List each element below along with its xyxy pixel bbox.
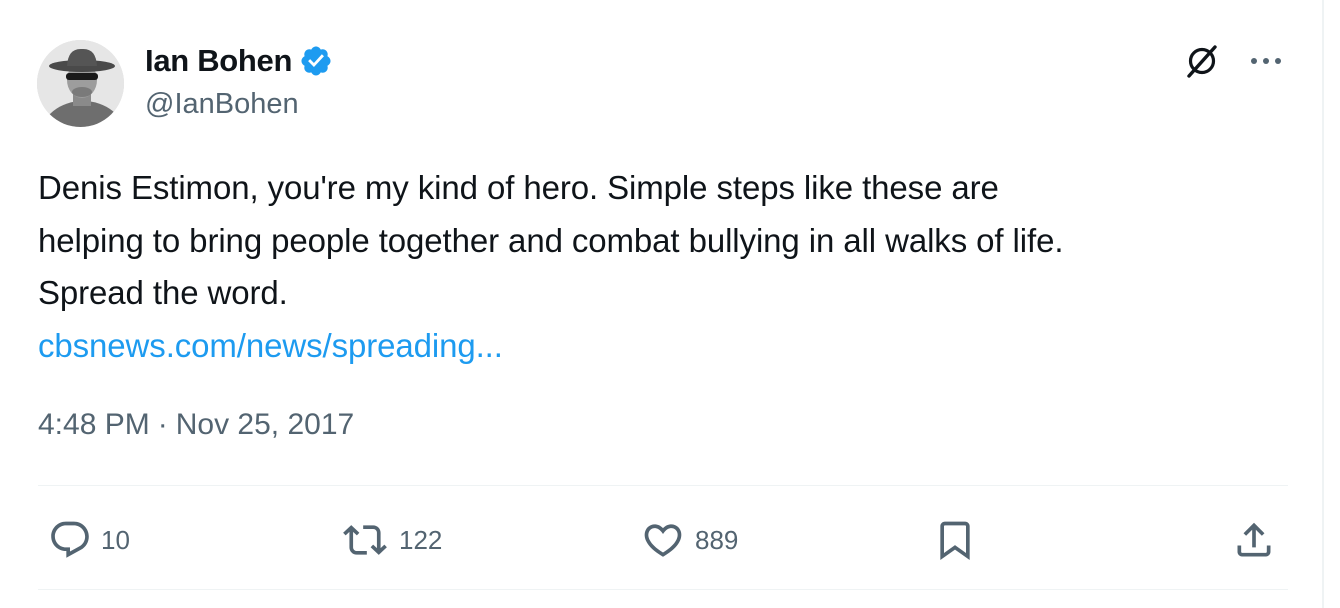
heart-icon bbox=[644, 524, 682, 557]
timestamp-separator: · bbox=[157, 408, 168, 441]
reply-count: 10 bbox=[101, 524, 130, 555]
like-button[interactable]: 889 bbox=[640, 518, 738, 562]
tweet-text-line: Denis Estimon, you're my kind of hero. S… bbox=[38, 169, 999, 206]
divider bbox=[38, 589, 1288, 590]
avatar[interactable] bbox=[37, 40, 124, 127]
bookmark-button[interactable] bbox=[932, 518, 978, 562]
tweet-text: Denis Estimon, you're my kind of hero. S… bbox=[38, 162, 1298, 372]
like-count: 889 bbox=[695, 524, 739, 555]
grok-icon[interactable] bbox=[1183, 42, 1221, 80]
share-upload-icon bbox=[1237, 522, 1271, 557]
tweet-text-line: Spread the word. bbox=[38, 274, 288, 311]
reply-button[interactable]: 10 bbox=[48, 518, 130, 562]
tweet-timestamp[interactable]: 4:48 PM · Nov 25, 2017 bbox=[38, 408, 354, 442]
repost-arrows-icon bbox=[343, 525, 387, 555]
author-name-row[interactable]: Ian Bohen bbox=[145, 42, 333, 80]
bookmark-icon bbox=[940, 521, 970, 561]
tweet-time[interactable]: 4:48 PM bbox=[38, 408, 150, 442]
verified-badge-icon[interactable] bbox=[299, 44, 333, 78]
card-border bbox=[1322, 0, 1324, 608]
repost-count: 122 bbox=[399, 524, 443, 555]
divider bbox=[38, 485, 1288, 486]
tweet-link[interactable]: cbsnews.com/news/spreading... bbox=[38, 327, 503, 364]
tweet-text-line: helping to bring people together and com… bbox=[38, 221, 1064, 259]
author-display-name[interactable]: Ian Bohen bbox=[145, 43, 292, 79]
more-dots-icon[interactable] bbox=[1246, 44, 1286, 78]
avatar-photo bbox=[37, 40, 124, 127]
tweet-date[interactable]: Nov 25, 2017 bbox=[176, 408, 354, 442]
reply-bubble-icon bbox=[51, 521, 89, 558]
author-handle[interactable]: @IanBohen bbox=[145, 88, 299, 121]
repost-button[interactable]: 122 bbox=[340, 518, 442, 562]
share-button[interactable] bbox=[1232, 518, 1276, 562]
